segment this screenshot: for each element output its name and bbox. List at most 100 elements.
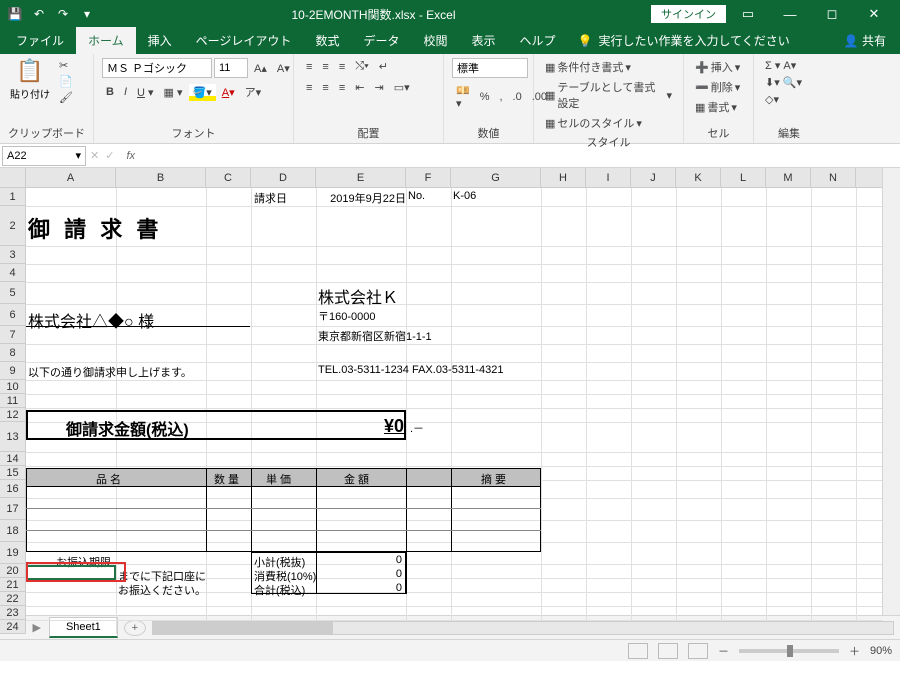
col-header-C[interactable]: C — [206, 168, 251, 187]
col-header-M[interactable]: M — [766, 168, 811, 187]
cell-style-button[interactable]: ▦ セルのスタイル ▾ — [542, 114, 675, 132]
phonetic-button[interactable]: ア▾ — [241, 82, 266, 102]
table-format-button[interactable]: ▦ テーブルとして書式設定 ▾ — [542, 78, 675, 112]
font-size-combo[interactable]: 11 — [214, 58, 248, 78]
indent-inc-button[interactable]: ⇥ — [370, 79, 387, 96]
page-break-view-button[interactable] — [688, 643, 708, 659]
orientation-button[interactable]: ⤭▾ — [351, 58, 372, 75]
col-header-I[interactable]: I — [586, 168, 631, 187]
col-header-K[interactable]: K — [676, 168, 721, 187]
row-header-15[interactable]: 15 — [0, 466, 25, 480]
share-button[interactable]: 👤 共有 — [830, 27, 900, 54]
row-header-8[interactable]: 8 — [0, 344, 25, 362]
copy-button[interactable]: 📄 — [56, 74, 76, 89]
fx-icon[interactable]: fx — [118, 150, 143, 162]
tab-view[interactable]: 表示 — [459, 27, 507, 54]
tell-me[interactable]: 💡実行したい作業を入力してください — [568, 27, 800, 54]
save-icon[interactable]: 💾 — [6, 5, 24, 23]
vertical-scrollbar[interactable] — [882, 168, 900, 615]
align-center-button[interactable]: ≡ — [318, 80, 332, 96]
row-header-20[interactable]: 20 — [0, 564, 25, 578]
number-format-combo[interactable]: 標準 — [452, 58, 528, 78]
tab-home[interactable]: ホーム — [76, 27, 136, 54]
zoom-level[interactable]: 90% — [870, 645, 892, 657]
row-header-18[interactable]: 18 — [0, 520, 25, 542]
fill-button[interactable]: ⬇▾ 🔍▾ — [762, 75, 805, 90]
border-button[interactable]: ▦ ▾ — [160, 84, 187, 101]
row-header-12[interactable]: 12 — [0, 408, 25, 422]
autosum-button[interactable]: Σ ▾ A▾ — [762, 58, 805, 73]
row-header-3[interactable]: 3 — [0, 246, 25, 264]
italic-button[interactable]: I — [120, 84, 131, 100]
select-all-corner[interactable] — [0, 168, 26, 188]
tab-insert[interactable]: 挿入 — [136, 27, 184, 54]
insert-cells-button[interactable]: ➕ 挿入 ▾ — [692, 58, 743, 76]
align-top-button[interactable]: ≡ — [302, 59, 316, 75]
column-headers[interactable]: ABCDEFGHIJKLMN — [26, 168, 882, 188]
row-header-1[interactable]: 1 — [0, 188, 25, 206]
row-header-9[interactable]: 9 — [0, 362, 25, 380]
row-header-4[interactable]: 4 — [0, 264, 25, 282]
row-header-7[interactable]: 7 — [0, 326, 25, 344]
inc-decimal-button[interactable]: .0 — [509, 89, 526, 105]
percent-button[interactable]: % — [476, 89, 494, 105]
row-header-21[interactable]: 21 — [0, 578, 25, 592]
row-header-17[interactable]: 17 — [0, 498, 25, 520]
format-cells-button[interactable]: ▦ 書式 ▾ — [692, 98, 743, 116]
horizontal-scrollbar[interactable] — [152, 621, 894, 635]
qat-dropdown-icon[interactable]: ▾ — [78, 5, 96, 23]
wrap-text-button[interactable]: ↵ — [375, 58, 392, 75]
row-header-10[interactable]: 10 — [0, 380, 25, 394]
col-header-D[interactable]: D — [251, 168, 316, 187]
tab-layout[interactable]: ページレイアウト — [184, 27, 304, 54]
grow-font-button[interactable]: A▴ — [250, 60, 271, 77]
col-header-H[interactable]: H — [541, 168, 586, 187]
col-header-J[interactable]: J — [631, 168, 676, 187]
shrink-font-button[interactable]: A▾ — [273, 60, 294, 77]
zoom-in-button[interactable]: ＋ — [849, 643, 860, 659]
page-layout-view-button[interactable] — [658, 643, 678, 659]
zoom-out-button[interactable]: － — [718, 643, 729, 659]
fill-color-button[interactable]: 🪣▾ — [189, 84, 216, 101]
bold-button[interactable]: B — [102, 84, 118, 100]
name-box[interactable]: A22▾ — [2, 146, 86, 166]
comma-button[interactable]: , — [495, 89, 506, 105]
zoom-slider[interactable] — [739, 649, 839, 653]
underline-button[interactable]: U ▾ — [133, 84, 158, 101]
close-icon[interactable]: ✕ — [854, 0, 894, 28]
tab-review[interactable]: 校閲 — [411, 27, 459, 54]
col-header-B[interactable]: B — [116, 168, 206, 187]
row-header-23[interactable]: 23 — [0, 606, 25, 620]
col-header-E[interactable]: E — [316, 168, 406, 187]
cut-button[interactable]: ✂ — [56, 58, 76, 73]
enter-formula-icon[interactable]: ✓ — [105, 149, 114, 162]
align-bottom-button[interactable]: ≡ — [335, 59, 349, 75]
row-headers[interactable]: 123456789101112131415161718192021222324 — [0, 188, 26, 634]
tab-help[interactable]: ヘルプ — [508, 27, 568, 54]
row-header-14[interactable]: 14 — [0, 452, 25, 466]
col-header-N[interactable]: N — [811, 168, 856, 187]
row-header-2[interactable]: 2 — [0, 206, 25, 246]
font-color-button[interactable]: A▾ — [218, 84, 239, 101]
row-header-13[interactable]: 13 — [0, 422, 25, 452]
col-header-F[interactable]: F — [406, 168, 451, 187]
signin-button[interactable]: サインイン — [651, 5, 726, 23]
align-left-button[interactable]: ≡ — [302, 80, 316, 96]
redo-icon[interactable]: ↷ — [54, 5, 72, 23]
maximize-icon[interactable]: ◻ — [812, 0, 852, 28]
col-header-A[interactable]: A — [26, 168, 116, 187]
row-header-11[interactable]: 11 — [0, 394, 25, 408]
font-name-combo[interactable]: ＭＳ Ｐゴシック — [102, 58, 212, 78]
undo-icon[interactable]: ↶ — [30, 5, 48, 23]
row-header-22[interactable]: 22 — [0, 592, 25, 606]
align-right-button[interactable]: ≡ — [335, 80, 349, 96]
cancel-formula-icon[interactable]: ✕ — [90, 149, 99, 162]
row-header-5[interactable]: 5 — [0, 282, 25, 304]
cells-area[interactable]: 請求日 2019年9月22日 No. K-06 御 請 求 書 株式会社Ｋ 株式… — [26, 188, 882, 634]
col-header-G[interactable]: G — [451, 168, 541, 187]
row-header-6[interactable]: 6 — [0, 304, 25, 326]
tab-data[interactable]: データ — [351, 27, 411, 54]
merge-button[interactable]: ▭▾ — [390, 79, 414, 96]
tab-file[interactable]: ファイル — [4, 27, 76, 54]
tab-formulas[interactable]: 数式 — [303, 27, 351, 54]
